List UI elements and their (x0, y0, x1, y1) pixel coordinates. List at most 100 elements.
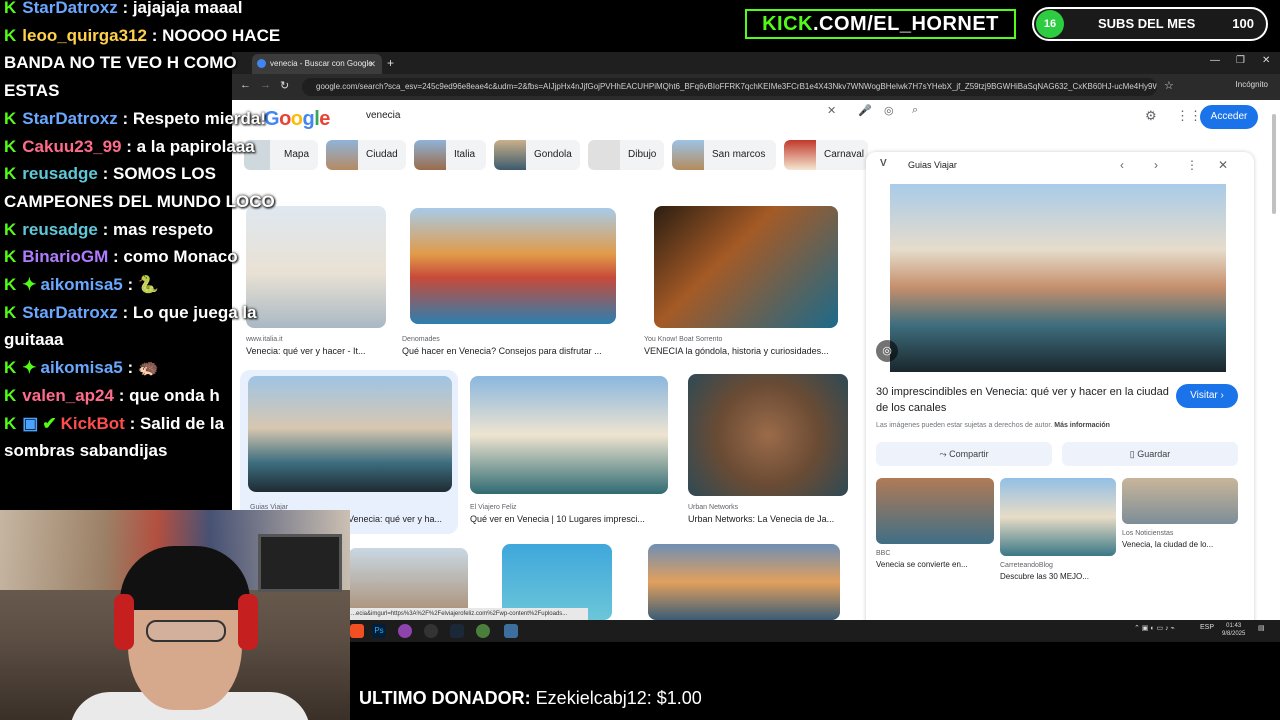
close-tab-icon[interactable]: ✕ (368, 54, 376, 74)
kick-badge-icon: K (4, 0, 17, 17)
chat-text: : jajajaja maaal (122, 0, 243, 17)
chat-username[interactable]: BinarioGM (22, 247, 108, 266)
chrome-icon[interactable] (476, 624, 490, 638)
result-image-3[interactable] (654, 206, 838, 328)
browser-icon[interactable] (398, 624, 412, 638)
result-title[interactable]: Urban Networks: La Venecia de Ja... (688, 514, 848, 524)
chat-username[interactable]: Cakuu23_99 (22, 137, 121, 156)
result-title[interactable]: VENECIA la góndola, historia y curiosida… (644, 346, 854, 356)
minimize-icon[interactable]: — (1210, 55, 1220, 66)
lens-icon[interactable]: ◎ (884, 104, 894, 117)
incognito-label: Incógnito (1235, 80, 1268, 89)
bookmark-star-icon[interactable]: ☆ (1164, 79, 1174, 92)
chat-message: K StarDatroxz : Respeto mierda! (4, 105, 266, 133)
result-image-5[interactable] (470, 376, 668, 494)
image-preview-panel: V Guias Viajar ‹ › ⋮ ✕ ◎ 30 imprescindib… (866, 152, 1254, 620)
save-button[interactable]: ▯ Guardar (1062, 442, 1238, 466)
microphone-icon[interactable]: 🎤 (858, 104, 872, 117)
chip-gondola[interactable]: Gondola (494, 140, 580, 170)
preview-image[interactable] (890, 184, 1226, 372)
result-title[interactable]: Qué hacer en Venecia? Consejos para disf… (402, 346, 622, 356)
result-image-6[interactable] (688, 374, 848, 496)
scrollbar[interactable] (1272, 114, 1276, 214)
chat-text: : mas respeto (102, 219, 214, 239)
clock[interactable]: 01:43 9/8/2025 (1222, 622, 1245, 638)
obs-icon[interactable] (424, 624, 438, 638)
more-options-icon[interactable]: ⋮ (1186, 158, 1198, 172)
chat-username[interactable]: aikomisa5 (41, 275, 123, 294)
kick-badge-icon: K (4, 358, 17, 378)
url-field[interactable]: google.com/search?sca_esv=245c9ed96e8eae… (302, 78, 1157, 96)
more-info-link[interactable]: Más información (1054, 422, 1110, 429)
lens-search-icon[interactable]: ◎ (876, 340, 898, 362)
prev-icon[interactable]: ‹ (1120, 158, 1124, 172)
chat-username[interactable]: aikomisa5 (41, 358, 123, 377)
chat-message: K BinarioGM : como Monaco (4, 243, 238, 271)
chip-san-marcos[interactable]: San marcos (672, 140, 776, 170)
related-title[interactable]: Venecia, la ciudad de lo... (1122, 540, 1238, 549)
result-image-9[interactable] (648, 544, 840, 620)
chip-thumb (784, 140, 816, 170)
browser-window: venecia - Buscar con Google ✕ + — ❐ ✕ ← … (232, 52, 1280, 620)
chip-carnaval[interactable]: Carnaval (784, 140, 868, 170)
search-icon[interactable]: ⌕ (912, 104, 918, 117)
related-image-1[interactable] (876, 478, 994, 544)
steam-icon[interactable] (450, 624, 464, 638)
stream-frame: venecia - Buscar con Google ✕ + — ❐ ✕ ← … (0, 0, 1280, 720)
chat-username[interactable]: StarDatroxz (22, 109, 117, 128)
chat-text: : que onda h (118, 385, 220, 405)
chat-message: K ✦ aikomisa5 : 🐍 (4, 271, 159, 299)
related-source: Los Noticienstas (1122, 530, 1174, 537)
visit-button[interactable]: Visitar › (1176, 384, 1238, 408)
apps-grid-icon[interactable]: ⋮⋮ (1176, 108, 1202, 124)
panel-site-name[interactable]: Guias Viajar (908, 160, 957, 170)
chat-username[interactable]: StarDatroxz (22, 303, 117, 322)
chat-message: Kvalen_ap24 : que onda h (4, 382, 220, 410)
next-icon[interactable]: › (1154, 158, 1158, 172)
photoshop-icon[interactable]: Ps (372, 624, 386, 638)
panel-title[interactable]: 30 imprescindibles en Venecia: qué ver y… (876, 384, 1176, 416)
chat-username[interactable]: leoo_quirga312 (22, 26, 147, 45)
result-title[interactable]: Qué ver en Venecia | 10 Lugares impresci… (470, 514, 670, 524)
chat-username[interactable]: KickBot (61, 414, 125, 433)
close-window-icon[interactable]: ✕ (1262, 55, 1270, 66)
taskbar: Ps ⌃ ▣ ◐ ▭ ♪ ⌁ ESP ▤ (350, 620, 1280, 642)
result-title[interactable]: Venecia: qué ver y ha... (348, 514, 452, 524)
chip-thumb (494, 140, 526, 170)
google-images-page: Google venecia ✕ 🎤 ◎ ⌕ ⚙ ⋮⋮ Acceder Mapa… (232, 100, 1280, 620)
restore-icon[interactable]: ❐ (1236, 55, 1245, 66)
related-image-3[interactable] (1122, 478, 1238, 524)
app-icon[interactable] (504, 624, 518, 638)
chat-username[interactable]: reusadge (22, 220, 98, 239)
chat-text: : Respeto mierda! (122, 108, 267, 128)
chat-username[interactable]: reusadge (22, 164, 98, 183)
chat-overlay: K StarDatroxz : jajajaja maaal Kleoo_quirg… (0, 0, 290, 510)
sign-in-button[interactable]: Acceder (1200, 105, 1258, 129)
result-image-2[interactable] (410, 208, 616, 324)
chat-message: K Cakuu23_99 : a la papirolaaa (4, 133, 255, 161)
related-title[interactable]: Venecia se convierte en... (876, 560, 994, 569)
chat-text: : a la papirolaaa (126, 136, 255, 156)
chat-username[interactable]: StarDatroxz (22, 0, 117, 17)
chat-username[interactable]: valen_ap24 (22, 386, 114, 405)
chat-text: : 🦔 (127, 358, 160, 378)
related-image-2[interactable] (1000, 478, 1116, 556)
tray-icons[interactable]: ⌃ ▣ ◐ ▭ ♪ ⌁ (1134, 624, 1175, 632)
app-icon[interactable] (350, 624, 364, 638)
chat-text: CAMPEONES DEL MUNDO LOCO (4, 191, 275, 211)
related-title[interactable]: Descubre las 30 MEJO... (1000, 572, 1116, 581)
notification-icon[interactable]: ▤ (1258, 624, 1265, 632)
clear-search-icon[interactable]: ✕ (827, 104, 836, 117)
close-panel-icon[interactable]: ✕ (1218, 158, 1228, 172)
chat-message: K StarDatroxz : Lo que juega la (4, 299, 257, 327)
share-button[interactable]: ⤳ Compartir (876, 442, 1052, 466)
chip-ciudad[interactable]: Ciudad (326, 140, 406, 170)
settings-gear-icon[interactable]: ⚙ (1145, 108, 1157, 124)
new-tab-icon[interactable]: + (387, 54, 394, 72)
language-indicator[interactable]: ESP (1200, 624, 1214, 631)
chip-italia[interactable]: Italia (414, 140, 486, 170)
webcam-feed (0, 510, 350, 720)
chip-dibujo[interactable]: Dibujo (588, 140, 664, 170)
kick-badge-icon: K (4, 164, 17, 184)
search-input[interactable]: venecia (352, 104, 938, 128)
